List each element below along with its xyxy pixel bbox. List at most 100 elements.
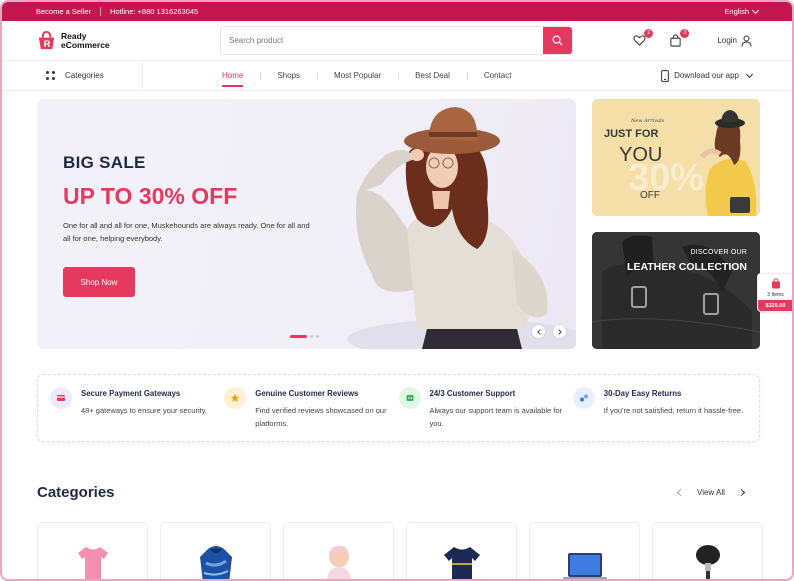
- feature-icon-circle: [50, 387, 72, 409]
- grid-dots-icon: [46, 71, 55, 80]
- promo-leather-collection[interactable]: DISCOVER OUR LEATHER COLLECTION: [592, 232, 760, 349]
- become-seller-link[interactable]: Become a Seller: [36, 7, 91, 16]
- feature-icon-circle: [572, 387, 595, 409]
- logo-line2: eCommerce: [61, 39, 110, 50]
- support-icon: [406, 395, 413, 401]
- chevron-down-icon: [745, 70, 754, 78]
- category-card[interactable]: [160, 522, 271, 579]
- category-cards: [37, 522, 763, 579]
- search-icon: [552, 35, 563, 46]
- chevron-left-icon[interactable]: [676, 488, 685, 497]
- download-app-label: Download our app: [674, 71, 739, 80]
- category-card[interactable]: [406, 522, 517, 579]
- feature-item: Genuine Customer Reviews Find verified r…: [224, 387, 398, 429]
- feature-icon-circle: [398, 387, 421, 409]
- star-icon: [230, 393, 240, 402]
- feature-item: Secure Payment Gateways 48+ gateways to …: [50, 387, 224, 429]
- logo-text: Ready eCommerce: [61, 31, 110, 50]
- category-card[interactable]: [283, 522, 394, 579]
- hero-banner: BIG SALE UP TO 30% OFF One for all and a…: [37, 99, 576, 349]
- carousel-dot[interactable]: [316, 335, 319, 338]
- top-bar: Become a Seller Hotline: +880 1316263045…: [2, 2, 792, 21]
- feature-title: Secure Payment Gateways: [81, 389, 181, 398]
- nav-item-shops[interactable]: Shops: [260, 61, 317, 91]
- login-label: Login: [717, 36, 737, 45]
- wishlist-count-badge: 2: [644, 28, 654, 38]
- floating-cart-items: 3 Items: [767, 292, 784, 298]
- carousel-dot-active[interactable]: [290, 335, 307, 338]
- page-frame: Become a Seller Hotline: +880 1316263045…: [0, 0, 794, 581]
- categories-menu-label: Categories: [65, 71, 104, 80]
- logo-mark-icon: R: [38, 30, 55, 50]
- search-bar: [220, 26, 573, 55]
- feature-icon-circle: [224, 387, 247, 409]
- carousel-prev-button[interactable]: [532, 325, 545, 338]
- feature-item: 24/3 Customer Support Always our support…: [398, 387, 573, 429]
- feature-title: Genuine Customer Reviews: [255, 389, 359, 398]
- wishlist-button[interactable]: 2: [633, 28, 654, 48]
- category-card[interactable]: [652, 522, 763, 579]
- language-label: English: [724, 7, 749, 16]
- chevron-right-icon: [555, 328, 562, 335]
- topbar-divider: [100, 7, 102, 16]
- hero-headline: BIG SALE: [63, 153, 146, 172]
- promo2-line2: LEATHER COLLECTION: [627, 261, 747, 273]
- carousel-pager: [290, 335, 319, 338]
- nav-item-most-popular[interactable]: Most Popular: [317, 61, 398, 91]
- features-strip: Secure Payment Gateways 48+ gateways to …: [37, 374, 760, 442]
- nav-item-best-deal[interactable]: Best Deal: [398, 61, 467, 91]
- floating-cart-amount: $325.00: [758, 300, 792, 311]
- cart-button[interactable]: 3: [669, 28, 690, 48]
- categories-heading: Categories: [37, 484, 115, 501]
- feature-desc: 48+ gateways to ensure your security.: [81, 406, 207, 415]
- view-all-link[interactable]: View All: [697, 488, 725, 497]
- site-header: R Ready eCommerce 2: [2, 21, 792, 61]
- nav-item-contact[interactable]: Contact: [466, 61, 529, 91]
- feature-desc: If you're not satisfied, return it hassl…: [603, 406, 744, 415]
- main-nav: Categories Home Shops Most Popular Best …: [2, 60, 792, 91]
- shopping-bag-icon: [772, 278, 780, 289]
- credit-card-icon: [57, 395, 65, 401]
- promo-just-for-you[interactable]: New Arrivals JUST FOR YOU 30% OFF: [592, 99, 760, 216]
- model-woman-image: [347, 107, 576, 349]
- categories-controls: View All: [676, 488, 745, 497]
- carousel-next-button[interactable]: [553, 325, 566, 338]
- hotline-text: Hotline: +880 1316263045: [110, 7, 199, 16]
- carousel-dot[interactable]: [310, 335, 313, 338]
- language-selector[interactable]: English: [724, 6, 760, 16]
- category-card[interactable]: [37, 522, 148, 579]
- cart-count-badge: 3: [680, 28, 690, 38]
- phone-icon: [661, 69, 669, 82]
- hero-description: One for all and all for one, Muskehounds…: [63, 221, 310, 243]
- tie-dye-hoodie-icon: [199, 546, 232, 579]
- chevron-left-icon: [536, 328, 543, 335]
- shop-now-button[interactable]: Shop Now: [63, 267, 135, 297]
- search-button[interactable]: [543, 27, 572, 54]
- login-button[interactable]: Login: [717, 35, 752, 47]
- search-input[interactable]: [221, 27, 543, 54]
- promo1-tag: New Arrivals: [631, 118, 665, 124]
- download-app-dropdown[interactable]: Download our app: [661, 69, 754, 82]
- pink-tshirt-icon: [77, 547, 108, 579]
- header-actions: 2 3 Login: [633, 28, 758, 48]
- logo[interactable]: R Ready eCommerce: [36, 30, 220, 51]
- nav-menu: Home Shops Most Popular Best Deal Contac…: [222, 61, 528, 91]
- football-jersey-icon: [443, 547, 480, 579]
- hero-offer: UP TO 30% OFF: [63, 183, 238, 209]
- category-card[interactable]: [529, 522, 640, 579]
- categories-menu-button[interactable]: Categories: [36, 60, 143, 91]
- floating-cart[interactable]: 3 Items $325.00: [757, 273, 792, 312]
- return-icon: [579, 394, 588, 402]
- promo2-line1: DISCOVER OUR: [690, 249, 747, 256]
- user-icon: [741, 35, 752, 47]
- chevron-right-icon[interactable]: [737, 488, 745, 497]
- svg-text:R: R: [44, 39, 51, 50]
- promo1-line3: OFF: [640, 190, 660, 201]
- feature-item: 30-Day Easy Returns If you're not satisf…: [572, 387, 747, 429]
- promo1-line1: JUST FOR: [604, 128, 659, 140]
- baby-icon: [326, 545, 351, 579]
- nav-item-home[interactable]: Home: [222, 61, 260, 91]
- feature-desc: Find verified reviews showcased on our p…: [255, 406, 387, 428]
- feature-title: 24/3 Customer Support: [429, 389, 516, 398]
- feature-title: 30-Day Easy Returns: [603, 389, 682, 398]
